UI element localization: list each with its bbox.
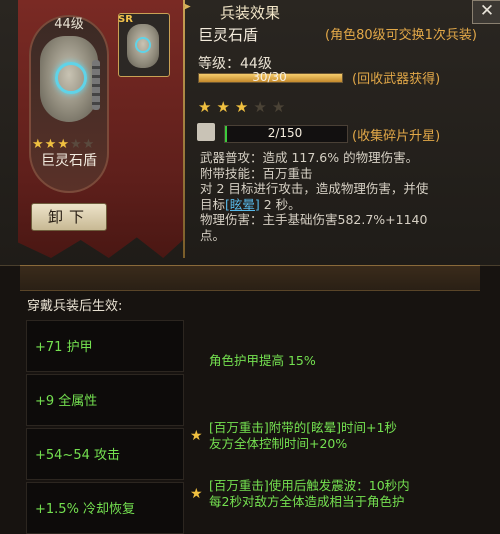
exchange-note: (角色80级可交换1次兵装): [325, 28, 477, 43]
star-empty-icon: ★: [271, 98, 291, 116]
desc-line: 附带技能：百万重击: [200, 165, 313, 181]
weapon-description: 武器普攻：造成 117.6% 的物理伤害。 附带技能：百万重击 对 2 目标进行…: [200, 150, 490, 243]
stun-keyword-link[interactable]: [眩晕]: [225, 197, 260, 212]
stone-shield-image: [40, 36, 98, 122]
effect-header: [20, 265, 480, 291]
star-icon: ★: [190, 486, 203, 502]
star-icon: ★: [234, 98, 254, 116]
bonus-line: [百万重击]附带的[眩晕]时间+1秒: [209, 420, 397, 435]
fragment-progress-text: 2/150: [267, 126, 303, 140]
desc-line: 对 2 目标进行攻击，造成物理伤害，并使: [200, 181, 429, 196]
chain-decoration: [92, 60, 100, 110]
desc-text: 目标: [200, 196, 226, 212]
bonus-armor: 角色护甲提高 15%: [209, 353, 316, 368]
desc-line: 目标[眩晕] 2 秒。: [200, 197, 490, 213]
puzzle-icon: [197, 123, 215, 141]
star-icon: ★: [190, 428, 203, 444]
shield-thumbnail-icon: [127, 24, 159, 68]
star-empty-icon: ★: [253, 98, 272, 116]
weapon-title: 巨灵石盾: [198, 26, 259, 44]
bonus-stun: [百万重击]附带的[眩晕]时间+1秒 友方全体控制时间+20%: [209, 420, 397, 452]
desc-text: 2 秒。: [259, 196, 301, 212]
bonus-line: [百万重击]使用后触发震波：10秒内: [209, 478, 410, 493]
bonus-shockwave: [百万重击]使用后触发震波：10秒内 每2秒对敌方全体造成相当于角色护: [209, 478, 410, 510]
stat-all-attributes: +9 全属性: [35, 394, 98, 409]
collect-note: (收集碎片升星): [352, 129, 441, 144]
effect-subtitle: 穿戴兵装后生效:: [27, 299, 123, 314]
desc-line: 点。: [200, 227, 226, 243]
level-progress-text: 30/30: [252, 70, 287, 84]
stat-armor: +71 护甲: [35, 340, 93, 355]
stat-attack: +54~54 攻击: [35, 448, 121, 463]
weapon-stars: ★★★★★: [198, 98, 290, 116]
stat-row: +1.5% 冷却恢复: [26, 482, 184, 534]
star-icon: ★: [198, 98, 217, 116]
stat-row: +9 全属性: [26, 374, 184, 426]
desc-line: 武器普攻：造成 117.6% 的物理伤害。: [200, 150, 419, 165]
banner-divider: [183, 0, 185, 258]
unequip-button[interactable]: 卸下: [31, 203, 107, 231]
star-icon: ★: [216, 98, 235, 116]
desc-line: 物理伤害：主手基础伤害582.7%+1140: [200, 212, 428, 227]
effect-title: 兵装效果: [219, 4, 280, 22]
card-name: 巨灵石盾: [41, 153, 97, 169]
bonus-line: 友方全体控制时间+20%: [209, 436, 348, 451]
stat-row: +54~54 攻击: [26, 428, 184, 480]
stat-row: +71 护甲: [26, 320, 184, 372]
recycle-note: (回收武器获得): [352, 72, 441, 87]
